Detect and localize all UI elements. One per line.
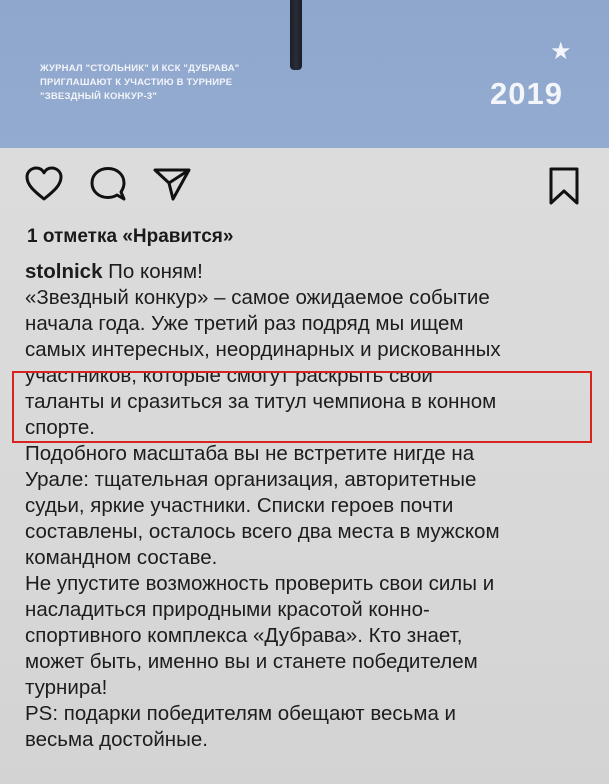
highlight-box bbox=[12, 371, 592, 443]
caption-line: Не упустите возможность проверить свои с… bbox=[25, 572, 495, 595]
action-bar bbox=[0, 166, 609, 216]
caption-first-line: stolnick По коням! bbox=[25, 259, 595, 285]
invitation-text: ЖУРНАЛ "СТОЛЬНИК" И КСК "ДУБРАВА" ПРИГЛА… bbox=[40, 62, 340, 104]
post-caption: stolnick По коням! «Звездный конкур» – с… bbox=[25, 259, 595, 753]
caption-line: PS: подарки победителям обещают весьма и bbox=[25, 702, 457, 725]
caption-line: весьма достойные. bbox=[25, 728, 208, 751]
invitation-line: "ЗВЕЗДНЫЙ КОНКУР-3" bbox=[40, 91, 158, 102]
post-body: 1 отметка «Нравится» stolnick По коням! … bbox=[0, 148, 609, 784]
caption-line: «Звездный конкур» – самое ожидаемое собы… bbox=[25, 286, 490, 309]
caption-line: Урале: тщательная организация, авторитет… bbox=[25, 468, 477, 491]
invitation-line: ПРИГЛАШАЮТ К УЧАСТИЮ В ТУРНИРЕ bbox=[40, 77, 233, 88]
username-link[interactable]: stolnick bbox=[25, 260, 102, 283]
caption-line: Подобного масштаба вы не встретите нигде… bbox=[25, 442, 475, 465]
bookmark-icon[interactable] bbox=[546, 166, 582, 206]
caption-text: По коням! bbox=[102, 260, 203, 283]
caption-line: начала года. Уже третий раз подряд мы ищ… bbox=[25, 312, 464, 335]
caption-line: командном составе. bbox=[25, 546, 218, 569]
caption-line: судьи, яркие участники. Списки героев по… bbox=[25, 494, 454, 517]
heart-icon[interactable] bbox=[24, 166, 64, 202]
share-icon[interactable] bbox=[152, 166, 192, 202]
caption-line: турнира! bbox=[25, 676, 108, 699]
caption-line: составлены, осталось всего два места в м… bbox=[25, 520, 500, 543]
caption-line: спортивного комплекса «Дубрава». Кто зна… bbox=[25, 624, 463, 647]
invitation-line: ЖУРНАЛ "СТОЛЬНИК" И КСК "ДУБРАВА" bbox=[40, 63, 240, 74]
comment-icon[interactable] bbox=[88, 166, 128, 202]
bottle-graphic bbox=[290, 0, 302, 70]
likes-count[interactable]: 1 отметка «Нравится» bbox=[27, 226, 233, 248]
caption-line: самых интересных, неординарных и рискова… bbox=[25, 338, 501, 361]
caption-line: может быть, именно вы и станете победите… bbox=[25, 650, 478, 673]
caption-line: насладиться природными красотой конно- bbox=[25, 598, 430, 621]
post-image[interactable]: ЖУРНАЛ "СТОЛЬНИК" И КСК "ДУБРАВА" ПРИГЛА… bbox=[0, 0, 609, 148]
star-icon: ★ bbox=[550, 38, 572, 65]
year-label: 2019 bbox=[490, 76, 563, 111]
